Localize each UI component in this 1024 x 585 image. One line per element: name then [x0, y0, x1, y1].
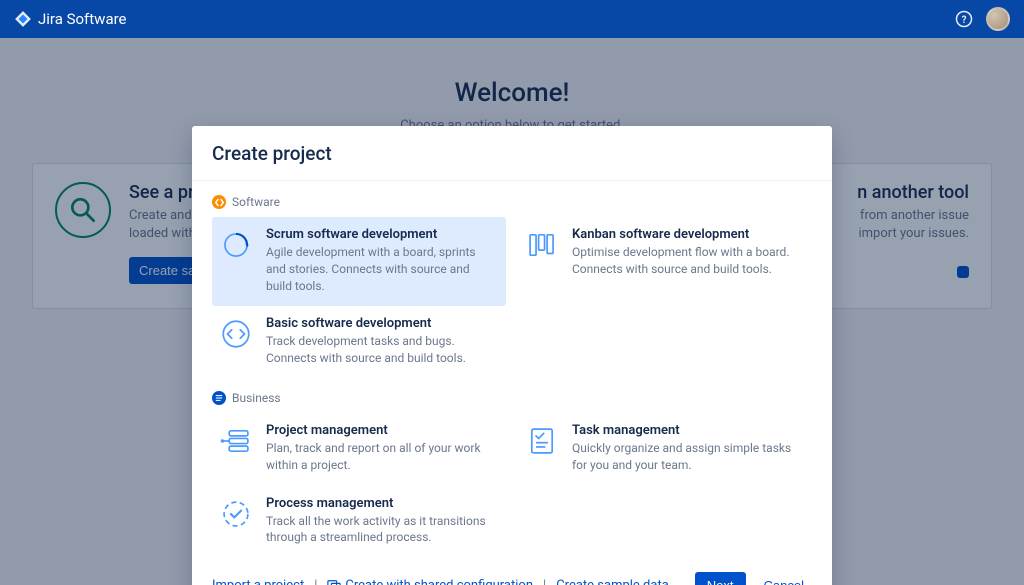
project-icon	[218, 423, 254, 459]
template-process-management[interactable]: Process management Track all the work ac…	[212, 486, 506, 559]
template-desc: Plan, track and report on all of your wo…	[266, 440, 496, 474]
user-avatar[interactable]	[986, 7, 1010, 31]
code-icon	[218, 316, 254, 352]
software-section-label: Software	[212, 195, 812, 209]
template-desc: Track development tasks and bugs. Connec…	[266, 333, 496, 367]
template-kanban[interactable]: Kanban software development Optimise dev…	[518, 217, 812, 306]
template-title: Project management	[266, 423, 496, 438]
app-logo[interactable]: Jira Software	[14, 10, 127, 28]
separator: |	[314, 578, 317, 585]
template-task-management[interactable]: Task management Quickly organize and ass…	[518, 413, 812, 486]
template-desc: Optimise development flow with a board. …	[572, 244, 802, 278]
template-desc: Track all the work activity as it transi…	[266, 513, 496, 547]
app-name: Jira Software	[38, 10, 127, 28]
template-title: Scrum software development	[266, 227, 496, 242]
template-desc: Agile development with a board, sprints …	[266, 244, 496, 294]
create-project-modal: Create project Software Scrum software d…	[192, 126, 832, 585]
create-sample-data-link[interactable]: Create sample data	[556, 578, 669, 585]
svg-text:?: ?	[962, 15, 967, 26]
import-project-link[interactable]: Import a project	[212, 578, 304, 585]
process-icon	[218, 496, 254, 532]
template-scrum[interactable]: Scrum software development Agile develop…	[212, 217, 506, 306]
template-title: Process management	[266, 496, 496, 511]
help-icon[interactable]: ?	[952, 7, 976, 31]
top-nav-bar: Jira Software ?	[0, 0, 1024, 38]
shared-config-link[interactable]: Create with shared configuration	[327, 578, 533, 585]
modal-title: Create project	[192, 126, 832, 180]
business-section-label: Business	[212, 391, 812, 405]
kanban-icon	[524, 227, 560, 263]
cancel-button[interactable]: Cancel	[756, 572, 812, 585]
scrum-icon	[218, 227, 254, 263]
software-pill-icon	[212, 195, 226, 209]
modal-footer: Import a project | Create with shared co…	[192, 558, 832, 585]
template-title: Task management	[572, 423, 802, 438]
business-pill-icon	[212, 391, 226, 405]
template-desc: Quickly organize and assign simple tasks…	[572, 440, 802, 474]
template-basic[interactable]: Basic software development Track develop…	[212, 306, 506, 379]
template-title: Kanban software development	[572, 227, 802, 242]
shared-config-icon	[327, 579, 341, 585]
task-icon	[524, 423, 560, 459]
template-project-management[interactable]: Project management Plan, track and repor…	[212, 413, 506, 486]
separator: |	[543, 578, 546, 585]
template-title: Basic software development	[266, 316, 496, 331]
jira-logo-icon	[14, 10, 32, 28]
next-button[interactable]: Next	[695, 572, 746, 585]
